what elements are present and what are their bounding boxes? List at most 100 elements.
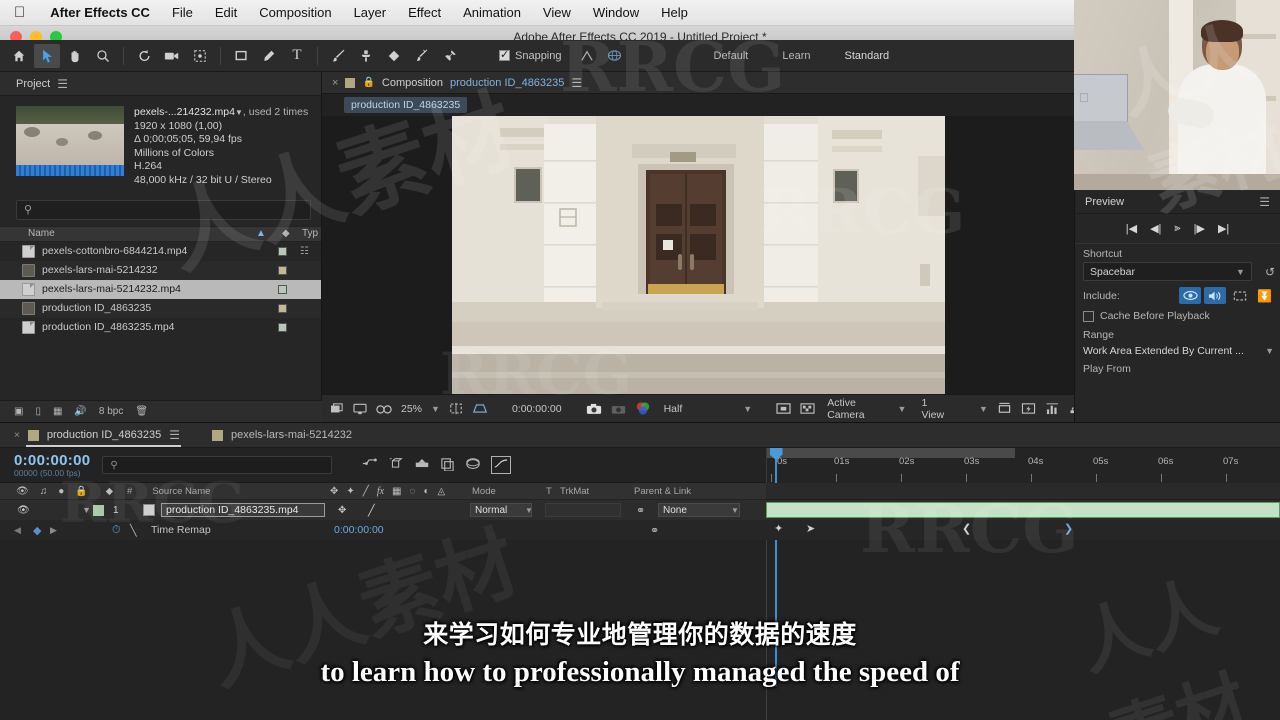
breadcrumb-item[interactable]: production ID_4863235: [344, 97, 468, 113]
list-item[interactable]: production ID_4863235.mp4: [0, 318, 321, 337]
eye-icon[interactable]: 👁: [0, 505, 30, 516]
list-item[interactable]: pexels-cottonbro-6844214.mp4 ☷: [0, 242, 321, 261]
zoom-tool-icon[interactable]: [90, 44, 116, 68]
3d-glasses-icon[interactable]: [376, 403, 392, 415]
timeline-search-input[interactable]: ⚲: [102, 456, 333, 474]
always-preview-icon[interactable]: [330, 402, 344, 415]
apple-icon[interactable]: : [14, 4, 25, 21]
value-graph-icon[interactable]: ╲: [130, 524, 137, 537]
menu-item-window[interactable]: Window: [582, 5, 650, 20]
chevron-down-icon[interactable]: ▼: [235, 108, 243, 117]
snapshot-icon[interactable]: [586, 403, 602, 415]
table-row[interactable]: 👁 ▼ 1 production ID_4863235.mp4 ✥ ╱ Norm…: [0, 500, 766, 520]
keyframe-icon[interactable]: ◆: [33, 524, 41, 537]
menu-item-after-effects[interactable]: After Effects CC: [39, 5, 161, 20]
hand-tool-icon[interactable]: [62, 44, 88, 68]
eraser-tool-icon[interactable]: [381, 44, 407, 68]
audio-include-icon[interactable]: [1204, 287, 1227, 304]
roto-brush-tool-icon[interactable]: [409, 44, 435, 68]
interpret-footage-icon[interactable]: ▣: [14, 406, 23, 417]
previous-frame-icon[interactable]: ◀|: [1150, 222, 1161, 235]
graph-editor-icon[interactable]: [491, 456, 512, 474]
frame-blend-icon[interactable]: [414, 457, 430, 473]
composition-panel-tab[interactable]: × 🔒 Composition production ID_4863235 ☰: [322, 72, 1074, 94]
close-icon[interactable]: ×: [332, 77, 338, 89]
motion-blur-icon[interactable]: ◌: [409, 486, 415, 497]
monitor-icon[interactable]: [353, 403, 367, 415]
tab-pexels-lars-mai[interactable]: pexels-lars-mai-5214232: [211, 429, 352, 441]
keyframe-marker[interactable]: ➤: [806, 522, 815, 535]
menu-item-help[interactable]: Help: [650, 5, 699, 20]
quality-icon[interactable]: ╱: [368, 504, 375, 517]
delete-icon[interactable]: 🗑: [135, 406, 148, 417]
reset-shortcut-icon[interactable]: ↺: [1260, 265, 1280, 279]
home-icon[interactable]: [6, 44, 32, 68]
label-tag-icon[interactable]: ◆: [88, 486, 113, 497]
snapping-control[interactable]: Snapping: [499, 48, 562, 62]
hamburger-icon[interactable]: ☰: [1259, 195, 1270, 209]
workspace-learn[interactable]: Learn: [766, 50, 826, 62]
shy-icon[interactable]: ✥: [338, 505, 346, 516]
table-row[interactable]: ◀ ◆ ▶ ⏱ ╲ Time Remap 0:00:00:00 ⚭: [0, 520, 766, 540]
3d-layer-icon[interactable]: ◬: [437, 486, 445, 497]
menu-item-layer[interactable]: Layer: [343, 5, 398, 20]
layer-blend-mode[interactable]: Normal: [470, 503, 532, 517]
project-search-input[interactable]: ⚲: [16, 199, 311, 220]
export-frame-icon[interactable]: ⏬: [1254, 289, 1272, 303]
chevron-down-icon[interactable]: ▼: [82, 505, 91, 515]
column-parent-link-label[interactable]: Parent & Link: [634, 486, 691, 497]
overlays-include-icon[interactable]: [1229, 287, 1251, 304]
chevron-down-icon[interactable]: ▼: [898, 404, 907, 414]
shy-icon[interactable]: ✥: [330, 486, 338, 497]
transparency-grid-icon[interactable]: [472, 402, 488, 415]
timeline-icon[interactable]: [1045, 402, 1060, 415]
label-swatch[interactable]: [278, 265, 287, 275]
shape-tool-icon[interactable]: [228, 44, 254, 68]
transparency-checker-icon[interactable]: [800, 402, 815, 415]
clone-stamp-tool-icon[interactable]: [353, 44, 379, 68]
video-include-icon[interactable]: [1179, 287, 1202, 304]
brainstorm-icon[interactable]: [440, 457, 455, 474]
workspace-standard[interactable]: Standard: [829, 50, 906, 62]
layer-name-input[interactable]: production ID_4863235.mp4: [161, 503, 325, 517]
chevron-down-icon[interactable]: ▼: [731, 506, 739, 515]
keyframe-marker[interactable]: ❮: [962, 522, 971, 535]
previous-keyframe-icon[interactable]: ◀: [14, 525, 21, 536]
motion-blur-icon[interactable]: [388, 457, 404, 474]
label-swatch[interactable]: [278, 284, 287, 294]
pickwhip-icon[interactable]: ⚭: [636, 504, 645, 517]
3d-renderer-icon[interactable]: [465, 457, 481, 474]
effects-icon[interactable]: fx: [377, 486, 384, 497]
menu-item-effect[interactable]: Effect: [397, 5, 452, 20]
eye-icon[interactable]: 👁: [16, 486, 29, 497]
track-matte-field[interactable]: [545, 503, 621, 517]
project-audio-icon[interactable]: 🔊: [74, 406, 86, 417]
adjustment-icon[interactable]: ◐: [423, 486, 429, 497]
menu-item-file[interactable]: File: [161, 5, 204, 20]
label-swatch[interactable]: [278, 303, 287, 313]
new-folder-icon[interactable]: ▯: [35, 406, 41, 417]
pickwhip-icon[interactable]: ⚭: [650, 524, 659, 537]
graph-editor-shy-icon[interactable]: [362, 457, 378, 473]
lock-icon[interactable]: 🔒: [362, 77, 374, 88]
solo-icon[interactable]: ●: [58, 486, 64, 497]
project-panel-tab[interactable]: Project ☰: [0, 72, 321, 96]
keyframe-marker[interactable]: ✦: [774, 522, 783, 535]
preview-panel-tab[interactable]: Preview ☰: [1075, 190, 1280, 214]
label-swatch[interactable]: [278, 246, 287, 256]
composition-viewer[interactable]: [322, 116, 1074, 394]
type-tool-icon[interactable]: T: [284, 44, 310, 68]
menu-item-composition[interactable]: Composition: [248, 5, 342, 20]
timeline-ruler[interactable]: 0s 01s 02s 03s 04s 05s 06s 07s: [766, 448, 1280, 483]
pan-behind-tool-icon[interactable]: [187, 44, 213, 68]
new-comp-icon[interactable]: ▦: [53, 406, 62, 417]
label-swatch[interactable]: [278, 322, 287, 332]
shortcut-select[interactable]: Spacebar ▼: [1083, 262, 1252, 281]
chevron-down-icon[interactable]: ▼: [979, 404, 988, 414]
chevron-down-icon[interactable]: ▼: [1265, 346, 1280, 356]
puppet-pin-tool-icon[interactable]: [437, 44, 463, 68]
show-snapshot-icon[interactable]: [611, 403, 626, 415]
snapping-checkbox[interactable]: [499, 48, 510, 61]
property-value[interactable]: 0:00:00:00: [334, 524, 384, 536]
label-tag-icon[interactable]: ◆: [282, 228, 290, 239]
